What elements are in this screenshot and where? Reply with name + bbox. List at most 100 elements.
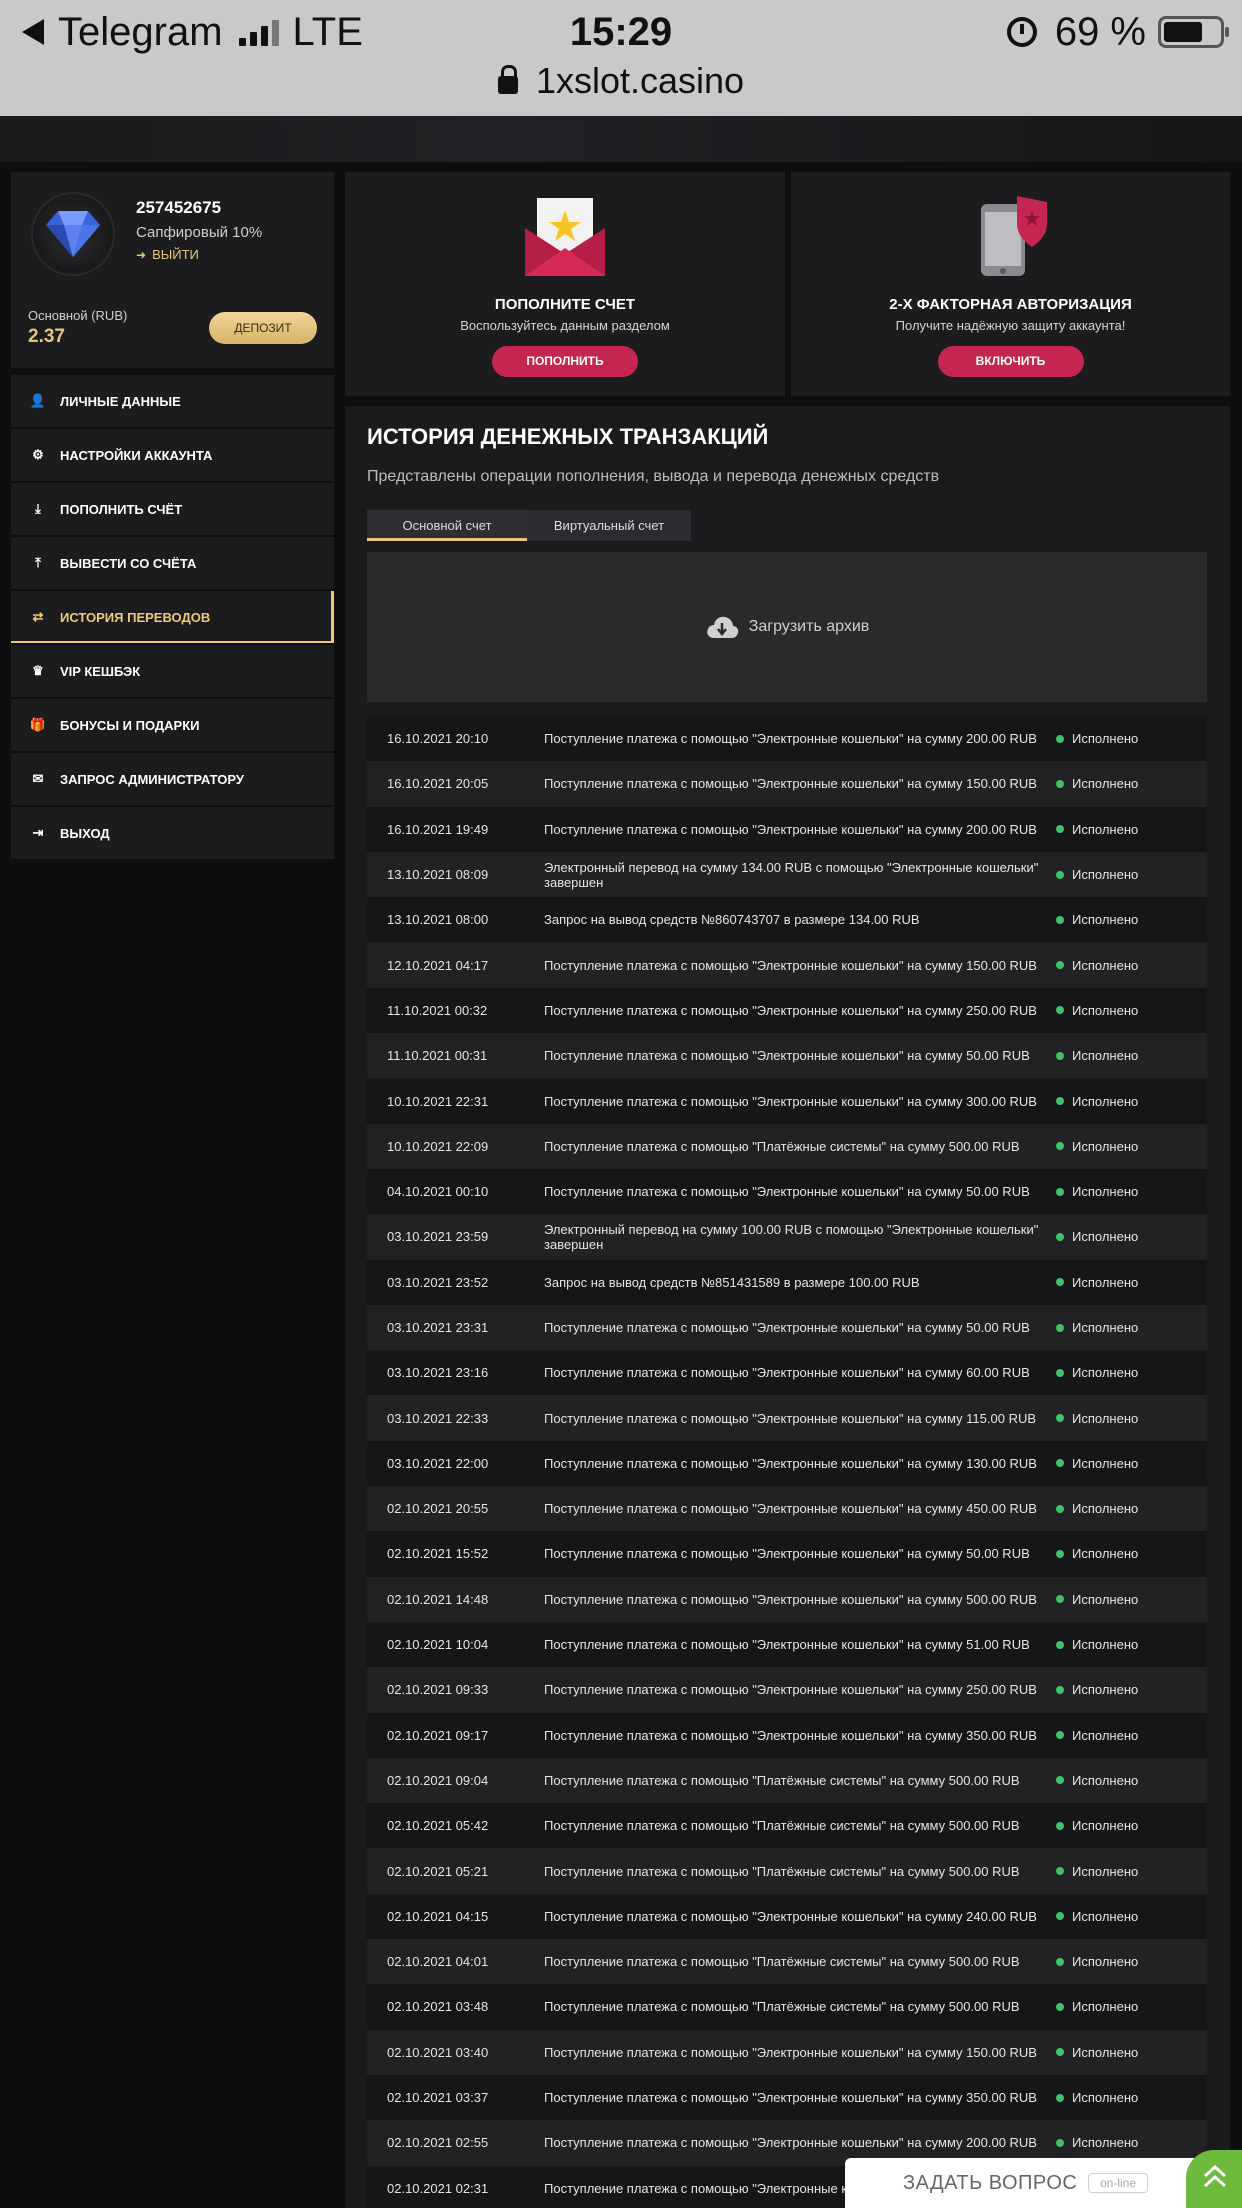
status-dot-icon xyxy=(1056,1867,1064,1876)
row-description: Поступление платежа с помощью "Электронн… xyxy=(544,1184,1030,1200)
row-status: Исполнено xyxy=(1056,2045,1138,2060)
menu-item-transfer-history[interactable]: ⇄ ИСТОРИЯ ПЕРЕВОДОВ xyxy=(11,591,334,643)
status-label: Исполнено xyxy=(1072,2135,1139,2151)
status-dot-icon xyxy=(1056,1368,1064,1377)
page-subtitle: Представлены операции пополнения, вывода… xyxy=(367,468,940,485)
row-description: Поступление платежа с помощью "Платёжные… xyxy=(544,1863,1020,1879)
status-label: Исполнено xyxy=(1072,2044,1139,2060)
row-status: Исполнено xyxy=(1056,1546,1138,1561)
table-row: 11.10.2021 00:31 Поступление платежа с по… xyxy=(367,1033,1207,1079)
row-status: Исполнено xyxy=(1056,1728,1138,1743)
row-status: Исполнено xyxy=(1056,1184,1138,1199)
url-text[interactable]: 1xslot.casino xyxy=(536,58,744,104)
profile-card: 257452675 Сапфировый 10% ➜ ВЫЙТИ Основно… xyxy=(11,172,334,368)
status-label: Исполнено xyxy=(1072,821,1139,837)
gift-icon: 🎁 xyxy=(29,717,47,732)
table-row: 03.10.2021 22:33 Поступление платежа с по… xyxy=(367,1395,1207,1441)
row-description: Поступление платежа с помощью "Платёжные… xyxy=(544,1818,1020,1834)
menu-item-account-settings[interactable]: ⚙ НАСТРОЙКИ АККАУНТА xyxy=(11,429,334,481)
envelope-icon: ✉ xyxy=(32,771,44,786)
status-dot-icon xyxy=(1056,1957,1064,1966)
row-description: Поступление платежа с помощью "Электронн… xyxy=(544,731,1037,747)
row-description: Поступление платежа с помощью "Электронн… xyxy=(544,2135,1037,2151)
row-date: 10.10.2021 22:09 xyxy=(387,1138,489,1154)
status-dot-icon xyxy=(1056,1595,1064,1604)
status-label: Исполнено xyxy=(1072,776,1139,792)
cloud-download-icon xyxy=(706,616,738,638)
transaction-history-panel: ИСТОРИЯ ДЕНЕЖНЫХ ТРАНЗАКЦИЙ Представлены… xyxy=(345,406,1230,2208)
row-date: 02.10.2021 05:21 xyxy=(387,1863,489,1879)
tab-virtual-account[interactable]: Виртуальный счет xyxy=(527,510,691,541)
row-date: 02.10.2021 03:37 xyxy=(387,2090,489,2106)
top-up-button[interactable]: ПОПОЛНИТЬ xyxy=(492,346,638,377)
row-status: Исполнено xyxy=(1056,1637,1138,1652)
ask-question-widget[interactable]: ЗАДАТЬ ВОПРОС on-line xyxy=(845,2150,1242,2208)
row-status: Исполнено xyxy=(1056,1954,1138,1969)
lock-icon xyxy=(497,65,518,94)
status-dot-icon xyxy=(1056,734,1064,743)
row-status: Исполнено xyxy=(1056,1275,1138,1290)
menu-item-exit[interactable]: ⇥ ВЫХОД xyxy=(11,807,334,859)
menu-item-label: ИСТОРИЯ ПЕРЕВОДОВ xyxy=(60,609,211,625)
row-date: 16.10.2021 20:10 xyxy=(387,731,489,747)
table-row: 02.10.2021 09:33 Поступление платежа с по… xyxy=(367,1667,1207,1713)
menu-item-label: VIP КЕШБЭК xyxy=(60,663,141,679)
row-date: 02.10.2021 05:42 xyxy=(387,1818,489,1834)
download-archive-button[interactable]: Загрузить архив xyxy=(367,552,1207,702)
status-dot-icon xyxy=(1056,1549,1064,1558)
upload-icon: ⤒ xyxy=(35,555,41,570)
site-header-strip xyxy=(0,116,1242,162)
status-dot-icon xyxy=(1056,870,1064,879)
phone-shield-icon xyxy=(980,196,1047,276)
row-description: Поступление платежа с помощью "Электронн… xyxy=(544,1682,1037,1698)
table-row: 13.10.2021 08:00 Запрос на вывод средств … xyxy=(367,897,1207,943)
row-description: Запрос на вывод средств №860743707 в раз… xyxy=(544,912,920,928)
menu-item-label: ЗАПРОС АДМИНИСТРАТОРУ xyxy=(60,771,244,787)
menu-item-admin-request[interactable]: ✉ ЗАПРОС АДМИНИСТРАТОРУ xyxy=(11,753,334,805)
deposit-button[interactable]: ДЕПОЗИТ xyxy=(209,312,317,344)
row-description: Поступление платежа с помощью "Электронн… xyxy=(544,1365,1030,1381)
row-status: Исполнено xyxy=(1056,1139,1138,1154)
promo-deposit-title: ПОПОЛНИТЕ СЧЕТ xyxy=(494,296,636,313)
row-date: 02.10.2021 09:17 xyxy=(387,1727,489,1743)
status-label: Исполнено xyxy=(1072,1908,1139,1924)
tab-main-account[interactable]: Основной счет xyxy=(367,510,527,541)
online-badge: on-line xyxy=(1088,2173,1148,2193)
status-dot-icon xyxy=(1056,2048,1064,2057)
status-dot-icon xyxy=(1056,1912,1064,1921)
row-date: 10.10.2021 22:31 xyxy=(387,1093,489,1109)
status-label: Исполнено xyxy=(1072,1637,1139,1653)
menu-item-deposit[interactable]: ⤓ ПОПОЛНИТЬ СЧЁТ xyxy=(11,483,334,535)
promo-2fa-card: 2-Х ФАКТОРНАЯ АВТОРИЗАЦИЯ Получите надёж… xyxy=(791,172,1230,396)
status-dot-icon xyxy=(1056,1776,1064,1785)
row-date: 02.10.2021 20:55 xyxy=(387,1501,489,1517)
menu-item-personal-data[interactable]: 👤 ЛИЧНЫЕ ДАННЫЕ xyxy=(11,375,334,427)
row-description: Поступление платежа с помощью "Платёжные… xyxy=(544,1954,1020,1970)
status-right: 69 % xyxy=(1006,8,1229,56)
row-status: Исполнено xyxy=(1056,1864,1138,1879)
menu-item-vip-cashback[interactable]: ♛ VIP КЕШБЭК xyxy=(11,645,334,697)
status-dot-icon xyxy=(1056,825,1064,834)
row-description: Поступление платежа с помощью "Электронн… xyxy=(544,1410,1037,1426)
status-label: Исполнено xyxy=(1072,957,1139,973)
row-date: 16.10.2021 19:49 xyxy=(387,821,489,837)
status-label: Исполнено xyxy=(1072,1501,1139,1517)
status-label: Исполнено xyxy=(1072,1954,1139,1970)
row-date: 02.10.2021 02:31 xyxy=(387,2180,489,2196)
menu-item-bonuses[interactable]: 🎁 БОНУСЫ И ПОДАРКИ xyxy=(11,699,334,751)
ios-status-bar: Telegram LTE 15:29 69 % 1xslot.casino xyxy=(0,0,1242,116)
menu-item-label: ЛИЧНЫЕ ДАННЫЕ xyxy=(60,393,181,409)
balance-label: Основной (RUB) xyxy=(28,308,128,323)
expand-chat-button[interactable] xyxy=(1186,2150,1242,2208)
menu-item-withdraw[interactable]: ⤒ ВЫВЕСТИ СО СЧЁТА xyxy=(11,537,334,589)
status-dot-icon xyxy=(1056,1187,1064,1196)
address-bar[interactable]: 1xslot.casino xyxy=(0,58,1242,104)
row-status: Исполнено xyxy=(1056,1999,1138,2014)
row-description: Поступление платежа с помощью "Электронн… xyxy=(544,1002,1037,1018)
row-description: Поступление платежа с помощью "Электронн… xyxy=(544,1048,1030,1064)
enable-2fa-button[interactable]: ВКЛЮЧИТЬ xyxy=(937,346,1084,377)
status-label: Исполнено xyxy=(1072,1093,1139,1109)
ask-question-label[interactable]: ЗАДАТЬ ВОПРОС xyxy=(903,2172,1077,2195)
logout-link[interactable]: ➜ ВЫЙТИ xyxy=(136,247,199,262)
status-dot-icon xyxy=(1056,961,1064,970)
